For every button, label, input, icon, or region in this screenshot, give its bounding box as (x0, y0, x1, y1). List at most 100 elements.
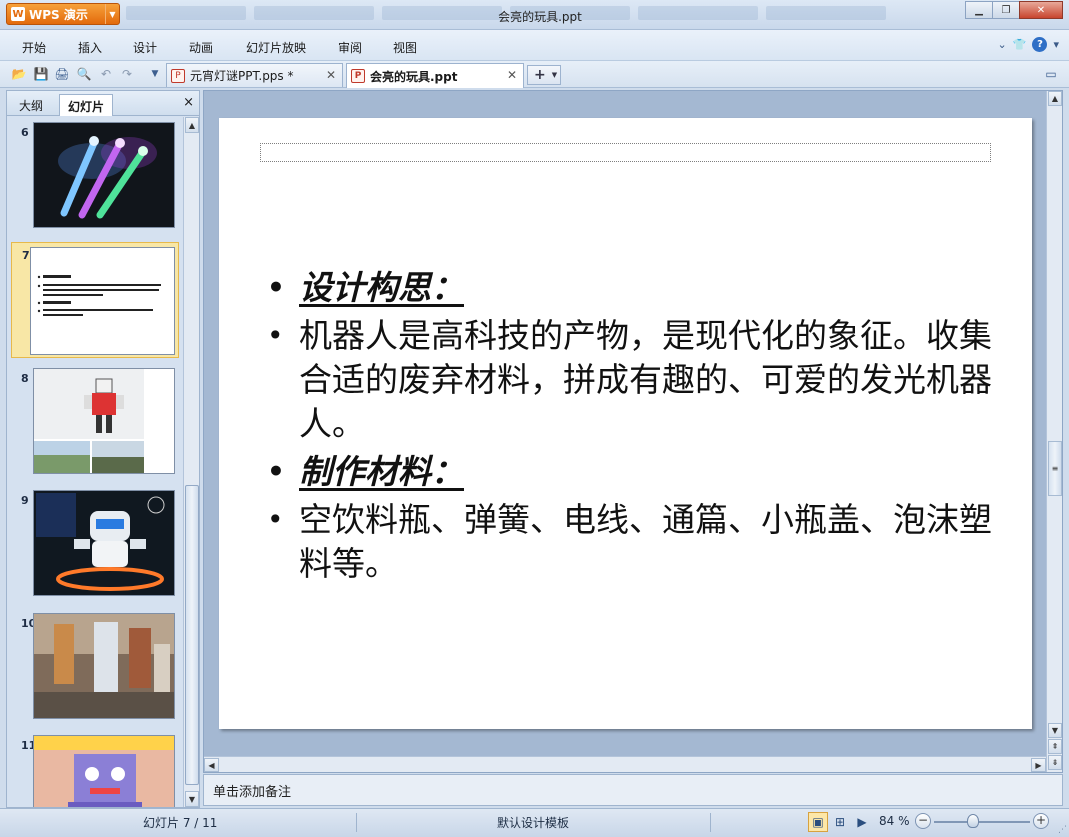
doc-tab-glowing-toys[interactable]: P 会亮的玩具.ppt ✕ (346, 63, 524, 88)
slide-thumbnail-6[interactable]: 6 (11, 120, 179, 232)
slide-thumbnail-image (33, 122, 175, 228)
menu-animation[interactable]: 动画 (189, 39, 213, 56)
menu-view[interactable]: 视图 (393, 39, 417, 56)
scroll-down-icon[interactable]: ▼ (1048, 723, 1062, 738)
undo-icon[interactable]: ↶ (97, 65, 115, 83)
wps-logo-icon: W (11, 7, 25, 21)
slide-number: 7 (22, 249, 30, 262)
save-icon[interactable]: 💾 (32, 65, 50, 83)
slide-thumbnail-image (30, 247, 175, 355)
close-icon: ✕ (1036, 4, 1046, 16)
chevron-down-icon: ▼ (551, 71, 558, 79)
slide-thumbnail-11[interactable]: 11 (11, 733, 179, 807)
glowing-pens-image (34, 123, 174, 227)
zoom-slider-track[interactable] (934, 821, 1030, 823)
slide-thumbnail-image (33, 613, 175, 719)
close-panel-icon[interactable]: × (183, 95, 194, 110)
slide-thumbnail-9[interactable]: 9 (11, 488, 179, 600)
scroll-down-icon[interactable]: ▼ (185, 791, 199, 807)
content-textbox[interactable]: 设计构思： 机器人是高科技的产物，是现代化的象征。收集合适的废弃材料，拼成有趣的… (267, 266, 1007, 590)
menu-home[interactable]: 开始 (22, 39, 46, 56)
slideshow-view-icon[interactable]: ▶ (852, 812, 872, 832)
panel-toggle-icon[interactable]: ▭ (1042, 65, 1060, 83)
close-button[interactable]: ✕ (1019, 1, 1063, 19)
handmade-robots-image (34, 614, 174, 718)
help-icon[interactable]: ? (1032, 37, 1048, 52)
title-placeholder[interactable] (260, 143, 991, 162)
slide-thumbnail-10[interactable]: 10 (11, 611, 179, 723)
tab-slides[interactable]: 幻灯片 (59, 94, 114, 116)
print-preview-icon[interactable]: 🔍 (75, 65, 93, 83)
doc-tab-label: 会亮的玩具.ppt (370, 69, 458, 84)
slide-editor: 设计构思： 机器人是高科技的产物，是现代化的象征。收集合适的废弃材料，拼成有趣的… (203, 90, 1063, 773)
zoom-slider-handle[interactable] (967, 814, 979, 828)
notes-placeholder: 单击添加备注 (213, 785, 292, 800)
plus-icon: + (534, 67, 546, 83)
skin-icon[interactable]: 👕 (1013, 38, 1027, 51)
status-divider (356, 813, 357, 832)
toolbar-customize-icon[interactable]: ▼ (146, 65, 164, 83)
slide-thumbnail-image (33, 735, 175, 807)
slide-thumbnail-8[interactable]: 8 (11, 366, 179, 478)
scroll-left-icon[interactable]: ◀ (204, 758, 219, 772)
bullet-design-text: 机器人是高科技的产物，是现代化的象征。收集合适的废弃材料，拼成有趣的、可爱的发光… (267, 314, 1007, 446)
new-document-button[interactable]: + ▼ (527, 65, 561, 85)
slide-sorter-view-icon[interactable]: ⊞ (830, 812, 850, 832)
bullet-heading-materials: 制作材料： (267, 450, 1007, 494)
slides-scrollbar[interactable]: ▲ ▼ (183, 117, 199, 807)
menu-insert[interactable]: 插入 (78, 39, 102, 56)
title-bar: W WPS 演示 ▼ 会亮的玩具.ppt ▁ ❐ ✕ (0, 0, 1069, 30)
menu-design[interactable]: 设计 (133, 39, 157, 56)
previous-slide-icon[interactable]: ⇞ (1048, 739, 1062, 754)
maximize-icon: ❐ (1001, 4, 1011, 16)
scroll-right-icon[interactable]: ▶ (1031, 758, 1046, 772)
slide-number: 6 (21, 126, 29, 139)
design-template-label[interactable]: 默认设计模板 (497, 814, 569, 831)
zoom-out-button[interactable]: − (915, 813, 931, 829)
zoom-in-button[interactable]: + (1033, 813, 1049, 829)
status-divider (710, 813, 711, 832)
close-tab-icon[interactable]: ✕ (326, 68, 336, 82)
scrollbar-thumb[interactable] (185, 485, 199, 785)
editor-vertical-scrollbar[interactable]: ▲ ≡ ▼ ⇞ ⇟ (1046, 91, 1062, 772)
slide-canvas[interactable]: 设计构思： 机器人是高科技的产物，是现代化的象征。收集合适的废弃材料，拼成有趣的… (219, 118, 1032, 729)
open-folder-icon[interactable]: 📂 (10, 65, 28, 83)
scroll-up-icon[interactable]: ▲ (1048, 91, 1062, 106)
close-tab-icon[interactable]: ✕ (507, 68, 517, 82)
menu-right-controls: ⌄ 👕 ? ▾ (998, 37, 1059, 52)
menu-slideshow[interactable]: 幻灯片放映 (246, 39, 306, 56)
maximize-button[interactable]: ❐ (992, 1, 1020, 19)
doc-tab-lantern-riddles[interactable]: P 元宵灯谜PPT.pps * ✕ (166, 63, 343, 87)
doc-tab-label: 元宵灯谜PPT.pps * (190, 69, 294, 83)
bullet-heading-design: 设计构思： (267, 266, 1007, 310)
redo-icon[interactable]: ↷ (118, 65, 136, 83)
robot-photos-image (34, 369, 174, 473)
help-dropdown-icon[interactable]: ▾ (1053, 38, 1059, 51)
wps-brand-label: WPS 演示 (29, 7, 88, 22)
slide-thumbnail-list: 6 7 8 9 10 11 (7, 117, 183, 807)
editor-horizontal-scrollbar[interactable]: ◀ ▶ (204, 756, 1046, 772)
normal-view-icon[interactable]: ▣ (808, 812, 828, 832)
wps-menu-button[interactable]: W WPS 演示 ▼ (6, 3, 120, 25)
window-title: 会亮的玩具.ppt (498, 10, 582, 24)
status-bar: 幻灯片 7 / 11 默认设计模板 ▣ ⊞ ▶ 84 % − + ⋰ (0, 808, 1069, 837)
resize-grip-icon[interactable]: ⋰ (1058, 825, 1067, 835)
colorful-robot-image (34, 736, 174, 807)
slide-7-mini-text (31, 248, 174, 354)
slides-panel: 大纲 幻灯片 × 6 7 8 9 10 11 ▲ ▼ (6, 90, 200, 808)
window-controls: ▁ ❐ ✕ (965, 1, 1063, 19)
quick-access-toolbar: 📂 💾 🖨 🔍 ↶ ↷ ▼ P 元宵灯谜PPT.pps * ✕ P 会亮的玩具.… (0, 61, 1069, 88)
notes-pane[interactable]: 单击添加备注 (203, 774, 1063, 806)
tab-outline[interactable]: 大纲 (11, 94, 51, 116)
minimize-button[interactable]: ▁ (965, 1, 993, 19)
collapse-ribbon-icon[interactable]: ⌄ (998, 38, 1007, 51)
slide-number: 9 (21, 494, 29, 507)
panel-tabs: 大纲 幻灯片 × (7, 91, 199, 116)
slide-thumbnail-7[interactable]: 7 (11, 242, 179, 358)
menu-review[interactable]: 审阅 (338, 39, 362, 56)
next-slide-icon[interactable]: ⇟ (1048, 755, 1062, 770)
scroll-up-icon[interactable]: ▲ (185, 117, 199, 133)
print-icon[interactable]: 🖨 (53, 65, 71, 83)
scrollbar-thumb[interactable]: ≡ (1048, 441, 1062, 496)
slide-thumbnail-image (33, 368, 175, 474)
